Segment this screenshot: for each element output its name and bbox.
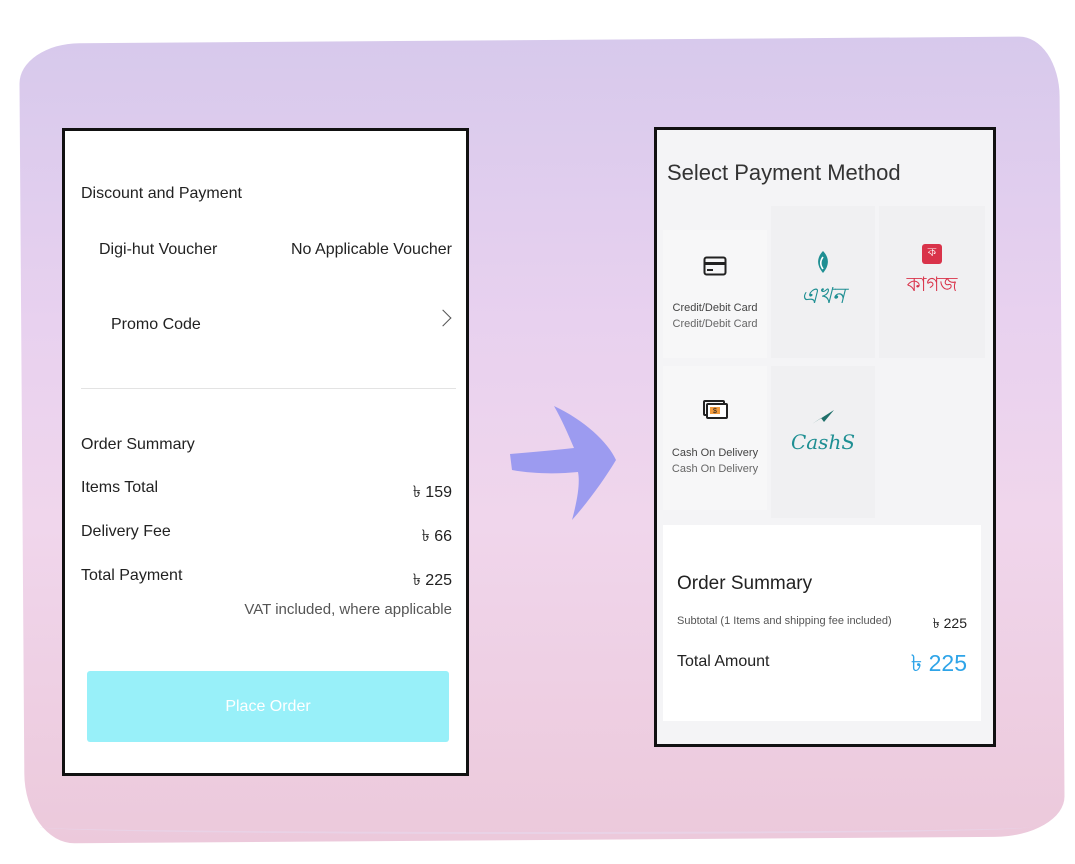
order-summary-panel: Order Summary Subtotal (1 Items and ship… bbox=[663, 525, 981, 721]
items-total-label: Items Total bbox=[81, 479, 159, 496]
total-payment-label: Total Payment bbox=[81, 567, 183, 584]
svg-text:$: $ bbox=[713, 408, 717, 415]
place-order-button[interactable]: Place Order bbox=[87, 671, 449, 742]
promo-code-label[interactable]: Promo Code bbox=[111, 316, 201, 334]
vat-note: VAT included, where applicable bbox=[244, 601, 452, 618]
total-payment-value: ৳ 225 bbox=[412, 572, 452, 589]
credit-card-sublabel: Credit/Debit Card bbox=[672, 318, 758, 330]
cash-on-delivery-label: Cash On Delivery bbox=[671, 447, 759, 459]
subtotal-label: Subtotal (1 Items and shipping fee inclu… bbox=[677, 615, 892, 627]
cashs-wordmark: CashS bbox=[790, 430, 856, 454]
cash-icon: $ bbox=[703, 400, 728, 419]
payment-method-title: Select Payment Method bbox=[667, 160, 901, 185]
credit-card-label: Credit/Debit Card bbox=[672, 302, 758, 314]
payment-option-cash-on-delivery[interactable]: $ Cash On Delivery Cash On Delivery bbox=[663, 366, 767, 510]
order-summary-title: Order Summary bbox=[81, 436, 195, 453]
delivery-fee-label: Delivery Fee bbox=[81, 523, 171, 540]
section-divider bbox=[81, 388, 456, 389]
voucher-label: Digi-hut Voucher bbox=[99, 241, 218, 258]
payment-option-credit-card[interactable]: Credit/Debit Card Credit/Debit Card bbox=[663, 230, 767, 358]
items-total-value: ৳ 159 bbox=[412, 484, 452, 501]
total-amount-label: Total Amount bbox=[677, 653, 770, 670]
subtotal-value: ৳ 225 bbox=[932, 615, 967, 631]
cash-on-delivery-sublabel: Cash On Delivery bbox=[671, 463, 759, 475]
discount-section-title: Discount and Payment bbox=[81, 185, 242, 202]
total-amount-value: ৳ 225 bbox=[910, 650, 967, 676]
ekhon-logo-icon bbox=[818, 250, 828, 273]
background-edge bbox=[40, 820, 1030, 834]
order-summary-title: Order Summary bbox=[677, 573, 813, 594]
credit-card-icon bbox=[703, 256, 727, 276]
voucher-value[interactable]: No Applicable Voucher bbox=[291, 241, 452, 259]
chevron-right-icon[interactable] bbox=[434, 309, 452, 327]
payment-option-cashs[interactable]: CashS bbox=[771, 366, 875, 518]
ekhon-wordmark: এখন bbox=[800, 283, 846, 309]
payment-method-screen: Select Payment Method Credit/Debit Card … bbox=[654, 127, 996, 747]
arrow-right-icon bbox=[510, 406, 616, 520]
kagoj-badge-icon: ক bbox=[922, 244, 942, 264]
delivery-fee-value: ৳ 66 bbox=[421, 528, 452, 545]
payment-option-kagoj[interactable]: ক কাগজ bbox=[879, 206, 985, 358]
checkout-screen: Discount and Payment Digi-hut Voucher No… bbox=[62, 128, 469, 776]
payment-option-ekhon[interactable]: এখন bbox=[771, 206, 875, 358]
kagoj-wordmark: কাগজ bbox=[906, 272, 958, 296]
paper-plane-icon bbox=[812, 410, 834, 424]
